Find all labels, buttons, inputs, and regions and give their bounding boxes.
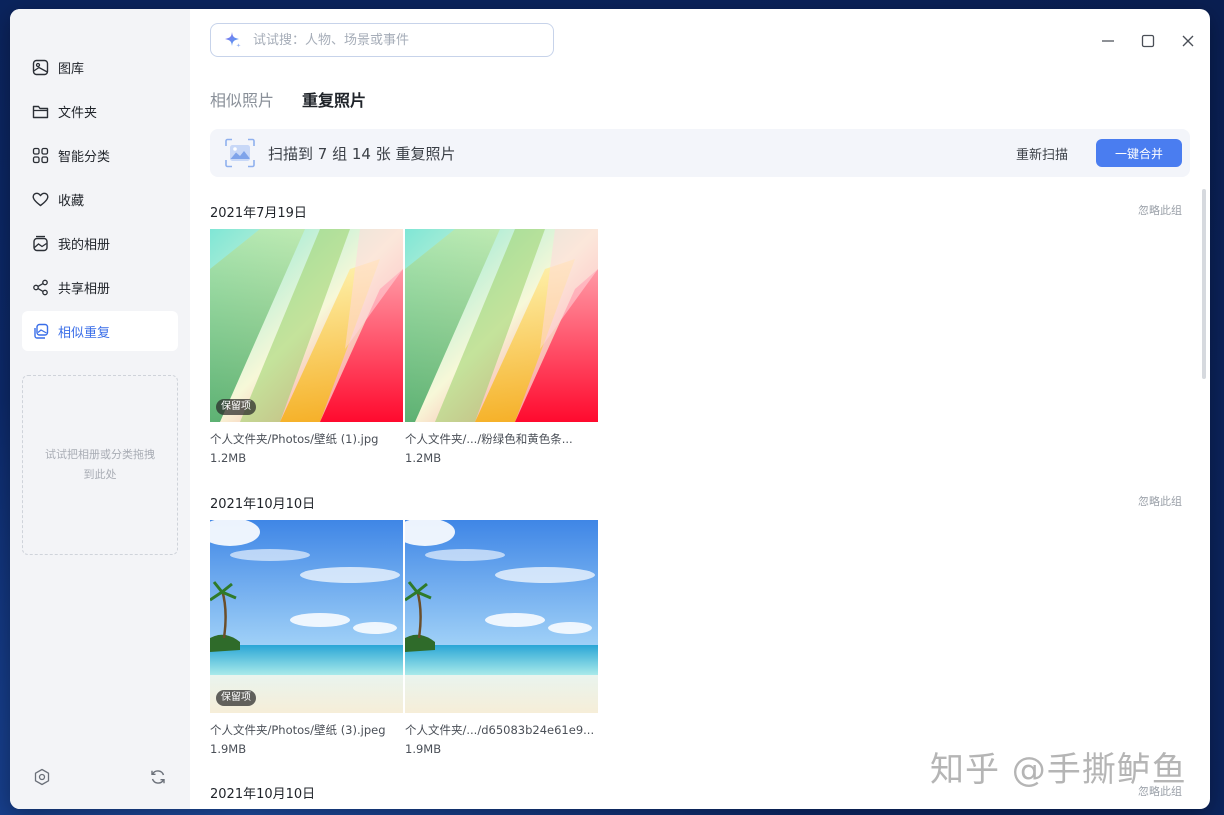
- photo-thumbnail[interactable]: 保留项: [210, 229, 403, 422]
- sidebar-item-label: 图库: [58, 61, 85, 77]
- group-date: 2021年7月19日: [210, 206, 307, 221]
- sidebar-item-similar-duplicate[interactable]: 相似重复: [22, 311, 178, 351]
- sidebar-item-label: 共享相册: [58, 281, 111, 297]
- scan-result-banner: 扫描到 7 组 14 张 重复照片 重新扫描 一键合并: [210, 129, 1190, 177]
- photo-size: 1.2MB: [210, 451, 247, 465]
- sync-icon[interactable]: [148, 767, 168, 787]
- main-content: 相似照片 重复照片 扫描到 7 组 14 张 重复照片 重新扫描 一键合并 20…: [190, 9, 1210, 809]
- folder-icon: [31, 102, 49, 120]
- search-input[interactable]: [251, 31, 535, 49]
- sidebar-item-label: 我的相册: [58, 237, 111, 253]
- sidebar-item-label: 相似重复: [58, 325, 111, 341]
- drop-hint: 试试把相册或分类拖拽到此处: [45, 448, 155, 481]
- photo-thumbnail[interactable]: 保留项: [210, 520, 403, 713]
- merge-all-button[interactable]: 一键合并: [1096, 139, 1182, 167]
- sidebar-item-shared-albums[interactable]: 共享相册: [22, 267, 178, 307]
- keep-badge: 保留项: [216, 690, 256, 706]
- sidebar-item-folder[interactable]: 文件夹: [22, 91, 178, 131]
- photo-size: 1.9MB: [405, 742, 442, 756]
- sidebar-item-favorites[interactable]: 收藏: [22, 179, 178, 219]
- scrollbar[interactable]: [1202, 189, 1206, 379]
- heart-icon: [31, 190, 49, 208]
- share-icon: [31, 278, 49, 296]
- rescan-button[interactable]: 重新扫描: [1016, 144, 1068, 163]
- sidebar-item-label: 文件夹: [58, 105, 98, 121]
- photo-path: 个人文件夹/.../粉绿色和黄色条...: [405, 432, 573, 446]
- photo-path: 个人文件夹/.../d65083b24e61e9...: [405, 723, 595, 737]
- ignore-group-button[interactable]: 忽略此组: [1138, 202, 1182, 218]
- duplicate-icon: [31, 322, 49, 340]
- photo-size: 1.9MB: [210, 742, 247, 756]
- sidebar: 图库 文件夹 智能分类 收藏 我的相册 共享相册 相似重复 试试把相册或分类拖拽…: [10, 9, 190, 809]
- photo-path: 个人文件夹/Photos/壁纸 (3).jpeg: [210, 723, 386, 737]
- watermark: 知乎 @手撕鲈鱼: [930, 750, 1187, 790]
- sidebar-item-gallery[interactable]: 图库: [22, 47, 178, 87]
- settings-icon[interactable]: [32, 767, 52, 787]
- minimize-button[interactable]: [1098, 31, 1118, 51]
- album-icon: [31, 234, 49, 252]
- app-window: 图库 文件夹 智能分类 收藏 我的相册 共享相册 相似重复 试试把相册或分类拖拽…: [10, 9, 1210, 809]
- sparkle-icon: [223, 30, 243, 50]
- photo-thumbnail[interactable]: [405, 520, 598, 713]
- tab-similar-photos[interactable]: 相似照片: [210, 87, 274, 111]
- sidebar-item-smart-category[interactable]: 智能分类: [22, 135, 178, 175]
- gallery-icon: [31, 58, 49, 76]
- keep-badge: 保留项: [216, 399, 256, 415]
- sidebar-item-label: 智能分类: [58, 149, 111, 165]
- sidebar-item-my-albums[interactable]: 我的相册: [22, 223, 178, 263]
- scan-summary: 扫描到 7 组 14 张 重复照片: [268, 145, 456, 163]
- photo-scan-icon: [224, 138, 255, 168]
- search-box[interactable]: [210, 23, 554, 57]
- maximize-button[interactable]: [1138, 31, 1158, 51]
- close-button[interactable]: [1178, 31, 1198, 51]
- sidebar-item-label: 收藏: [58, 193, 85, 209]
- group-date: 2021年10月10日: [210, 787, 316, 802]
- album-drop-zone[interactable]: 试试把相册或分类拖拽到此处: [22, 375, 178, 555]
- photo-size: 1.2MB: [405, 451, 442, 465]
- tab-duplicate-photos[interactable]: 重复照片: [302, 87, 366, 111]
- group-date: 2021年10月10日: [210, 497, 316, 512]
- photo-thumbnail[interactable]: [405, 229, 598, 422]
- photo-path: 个人文件夹/Photos/壁纸 (1).jpg: [210, 432, 379, 446]
- ignore-group-button[interactable]: 忽略此组: [1138, 493, 1182, 509]
- grid-icon: [31, 146, 49, 164]
